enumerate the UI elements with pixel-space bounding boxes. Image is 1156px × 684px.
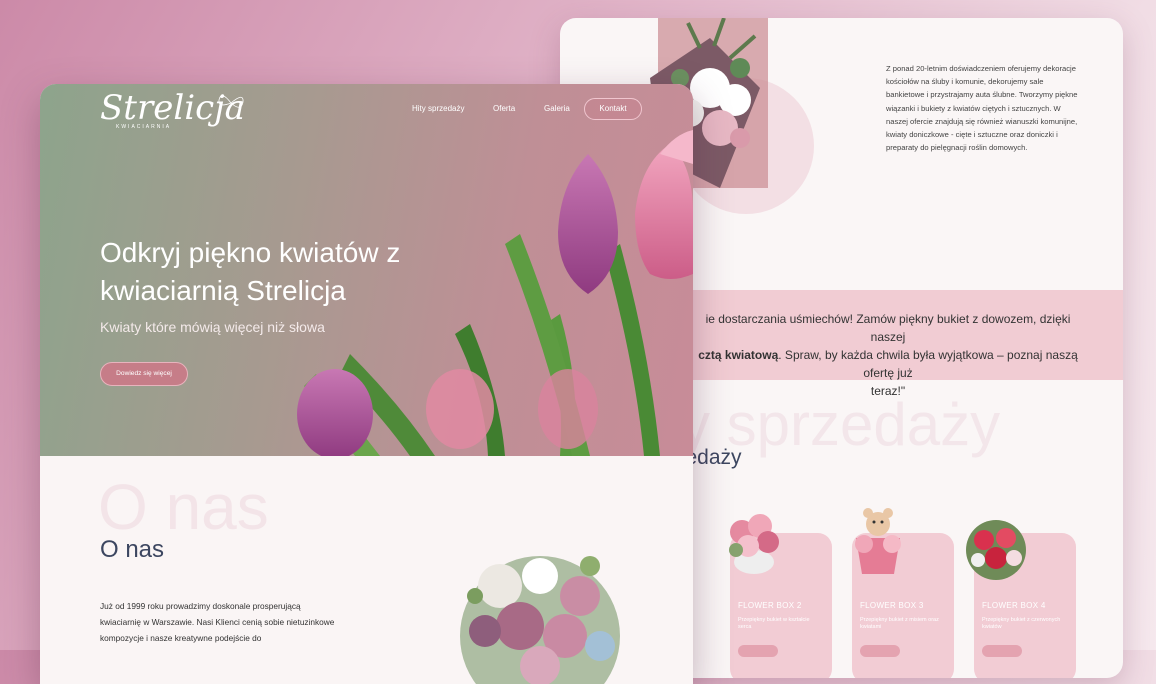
nav-item-oferta[interactable]: Oferta bbox=[493, 104, 515, 113]
flower-box-3-image bbox=[855, 508, 901, 574]
bouquet-image bbox=[460, 556, 620, 684]
product-button[interactable] bbox=[860, 645, 900, 657]
product-name: FLOWER BOX 4 bbox=[982, 601, 1046, 610]
about-title: O nas bbox=[100, 536, 165, 563]
about-ghost-title: O nas bbox=[98, 471, 269, 543]
product-button[interactable] bbox=[738, 645, 778, 657]
hero-subtitle: Kwiaty które mówią więcej niż słowa bbox=[100, 319, 325, 335]
product-desc: Przepiękny bukiet w kształcie serca bbox=[738, 617, 810, 630]
product-name: FLOWER BOX 2 bbox=[738, 601, 802, 610]
logo-subtitle: KWIACIARNIA bbox=[116, 124, 172, 130]
front-page-window: Strelicja KWIACIARNIA Hity sprzedaży Ofe… bbox=[40, 84, 693, 684]
flower-box-4-image bbox=[966, 520, 1026, 580]
quote-text: ie dostarczania uśmiechów! Zamów piękny … bbox=[688, 310, 1088, 400]
nav-item-galeria[interactable]: Galeria bbox=[544, 104, 570, 113]
product-button[interactable] bbox=[982, 645, 1022, 657]
about-description: Z ponad 20-letnim doświadczeniem oferuje… bbox=[886, 64, 1078, 153]
learn-more-button[interactable]: Dowiedz się więcej bbox=[100, 362, 188, 386]
main-nav: Hity sprzedaży Oferta Galeria Kontakt bbox=[40, 98, 693, 120]
hero-title: Odkryj piękno kwiatów z kwiaciarnią Stre… bbox=[100, 237, 401, 306]
product-name: FLOWER BOX 3 bbox=[860, 601, 924, 610]
product-desc: Przepiękny bukiet z czerwonych kwiatów bbox=[982, 617, 1061, 630]
quote-line-2: . Spraw, by każda chwila była wyjątkowa … bbox=[778, 348, 1078, 380]
about-paragraph: Już od 1999 roku prowadzimy doskonale pr… bbox=[100, 601, 335, 643]
nav-item-hity-sprzedazy[interactable]: Hity sprzedaży bbox=[412, 104, 464, 113]
contact-button[interactable]: Kontakt bbox=[584, 98, 642, 120]
hero-section: Strelicja KWIACIARNIA Hity sprzedaży Ofe… bbox=[40, 84, 693, 456]
flower-box-2-image bbox=[729, 514, 779, 574]
quote-emphasis: cztą kwiatową bbox=[698, 348, 779, 362]
quote-line-1: ie dostarczania uśmiechów! Zamów piękny … bbox=[705, 312, 1071, 344]
product-desc: Przepiękny bukiet z misiem oraz kwiatami bbox=[860, 617, 939, 630]
